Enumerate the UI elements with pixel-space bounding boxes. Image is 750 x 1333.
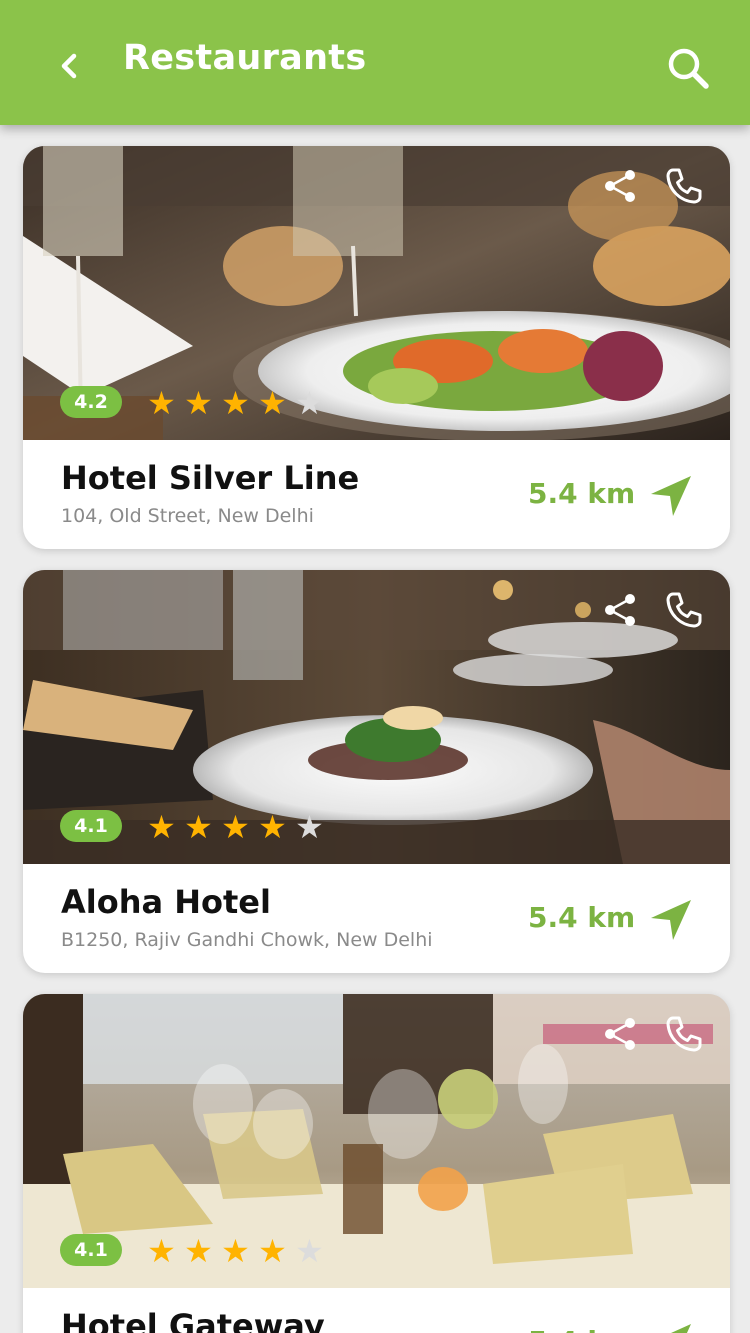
star-filled-icon: ★ [258,384,287,422]
navigation-icon[interactable] [647,1320,695,1333]
restaurant-name: Hotel Gateway [61,1307,325,1333]
share-icon[interactable] [600,1014,640,1054]
restaurant-address: B1250, Rajiv Gandhi Chowk, New Delhi [61,929,433,951]
restaurant-name: Aloha Hotel [61,883,271,921]
star-filled-icon: ★ [147,384,176,422]
star-filled-icon: ★ [221,384,250,422]
navigation-icon[interactable] [647,896,695,944]
share-icon[interactable] [600,590,640,630]
page-title: Restaurants [123,38,367,78]
star-filled-icon: ★ [184,384,213,422]
share-icon[interactable] [600,166,640,206]
distance-label: 5.4 km [528,1325,635,1333]
star-rating: ★ ★ ★ ★ ★ [145,1235,326,1267]
star-filled-icon: ★ [221,808,250,846]
restaurant-name: Hotel Silver Line [61,459,360,497]
phone-icon[interactable] [664,590,704,630]
star-filled-icon: ★ [184,1232,213,1270]
star-rating: ★ ★ ★ ★ ★ [145,811,326,843]
star-empty-icon: ★ [295,1232,324,1270]
star-rating: ★ ★ ★ ★ ★ [145,387,326,419]
distance-label: 5.4 km [528,901,636,934]
star-filled-icon: ★ [147,808,176,846]
star-filled-icon: ★ [147,1232,176,1270]
rating-badge: 4.1 [60,1234,122,1266]
rating-badge: 4.2 [60,386,122,418]
restaurant-address: 104, Old Street, New Delhi [61,505,314,527]
star-filled-icon: ★ [184,808,213,846]
restaurant-card[interactable]: 4.1 ★ ★ ★ ★ ★ Aloha Hotel B1250, Rajiv Gandh… [23,570,730,973]
phone-icon[interactable] [664,1014,704,1054]
rating-badge: 4.1 [60,810,122,842]
navigation-icon[interactable] [647,472,695,520]
star-filled-icon: ★ [221,1232,250,1270]
phone-icon[interactable] [664,166,704,206]
star-filled-icon: ★ [258,1232,287,1270]
restaurant-card[interactable]: 4.1 ★★★★★ Hotel Gateway 5.4 km [23,994,730,1333]
app-bar: Restaurants [0,0,750,125]
chevron-left-icon[interactable] [50,46,90,86]
restaurant-card[interactable]: 4.2 ★ ★ ★ ★ ★ Hotel Silver Line 104, Old Str… [23,146,730,549]
search-icon[interactable] [664,44,712,92]
distance-label: 5.4 km [528,477,636,510]
star-empty-icon: ★ [295,384,324,422]
star-empty-icon: ★ [295,808,324,846]
star-filled-icon: ★ [258,808,287,846]
